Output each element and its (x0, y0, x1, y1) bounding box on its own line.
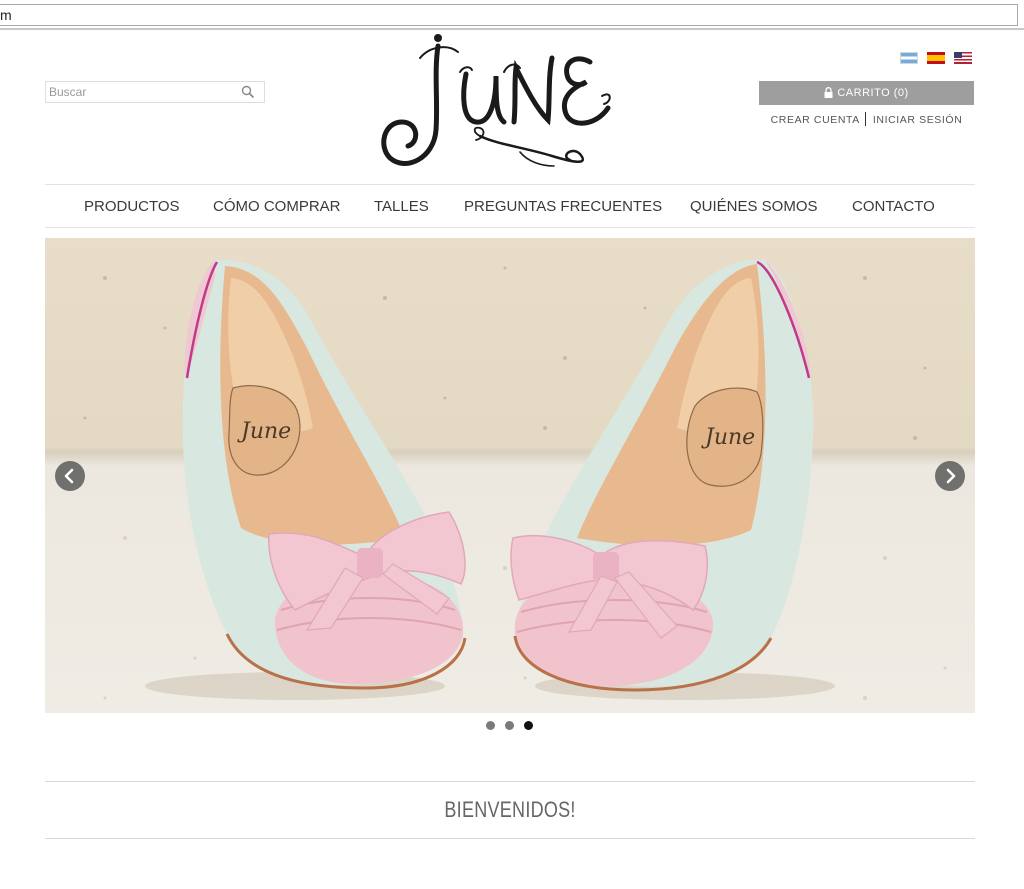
spain-flag-icon[interactable] (927, 52, 945, 64)
usa-flag-icon[interactable] (954, 52, 972, 64)
argentina-flag-icon[interactable] (900, 52, 918, 64)
search-input[interactable] (46, 82, 242, 102)
nav-item-quienes-somos[interactable]: QUIÉNES SOMOS (690, 198, 818, 215)
nav-item-talles[interactable]: TALLES (374, 198, 429, 215)
main-nav: PRODUCTOS CÓMO COMPRAR TALLES PREGUNTAS … (45, 184, 975, 228)
nav-item-contacto[interactable]: CONTACTO (852, 198, 935, 215)
slider-dot-3[interactable] (524, 721, 533, 730)
create-account-link[interactable]: CREAR CUENTA (771, 114, 860, 126)
cart-button[interactable]: CARRITO (0) (759, 81, 974, 105)
cart-label: CARRITO (0) (837, 87, 909, 99)
lock-icon (824, 83, 833, 107)
slider-dot-2[interactable] (505, 721, 514, 730)
slider-prev-button[interactable] (55, 461, 85, 491)
welcome-title: BIENVENIDOS! (444, 797, 576, 822)
slider-dot-1[interactable] (486, 721, 495, 730)
account-links: CREAR CUENTA INICIAR SESIÓN (759, 112, 974, 126)
nav-item-preguntas-frecuentes[interactable]: PREGUNTAS FRECUENTES (464, 198, 662, 215)
chevron-right-icon (946, 468, 956, 484)
login-link[interactable]: INICIAR SESIÓN (873, 114, 963, 126)
divider (864, 112, 866, 126)
nav-item-productos[interactable]: PRODUCTOS (84, 198, 180, 215)
insole-logo-right: June (701, 425, 755, 450)
search-box[interactable] (45, 81, 265, 103)
chevron-left-icon (64, 468, 74, 484)
insole-logo-left: June (237, 419, 291, 444)
hero-slider[interactable]: June June (45, 238, 975, 713)
browser-address-bar[interactable]: m (0, 0, 1024, 30)
address-text: m (0, 7, 12, 23)
search-icon[interactable] (241, 85, 255, 99)
site-logo[interactable] (376, 32, 618, 178)
welcome-section: BIENVENIDOS! (45, 781, 975, 839)
slide-image: June June (83, 259, 947, 700)
address-field[interactable]: m (0, 4, 1018, 26)
nav-item-como-comprar[interactable]: CÓMO COMPRAR (213, 198, 341, 215)
slider-next-button[interactable] (935, 461, 965, 491)
